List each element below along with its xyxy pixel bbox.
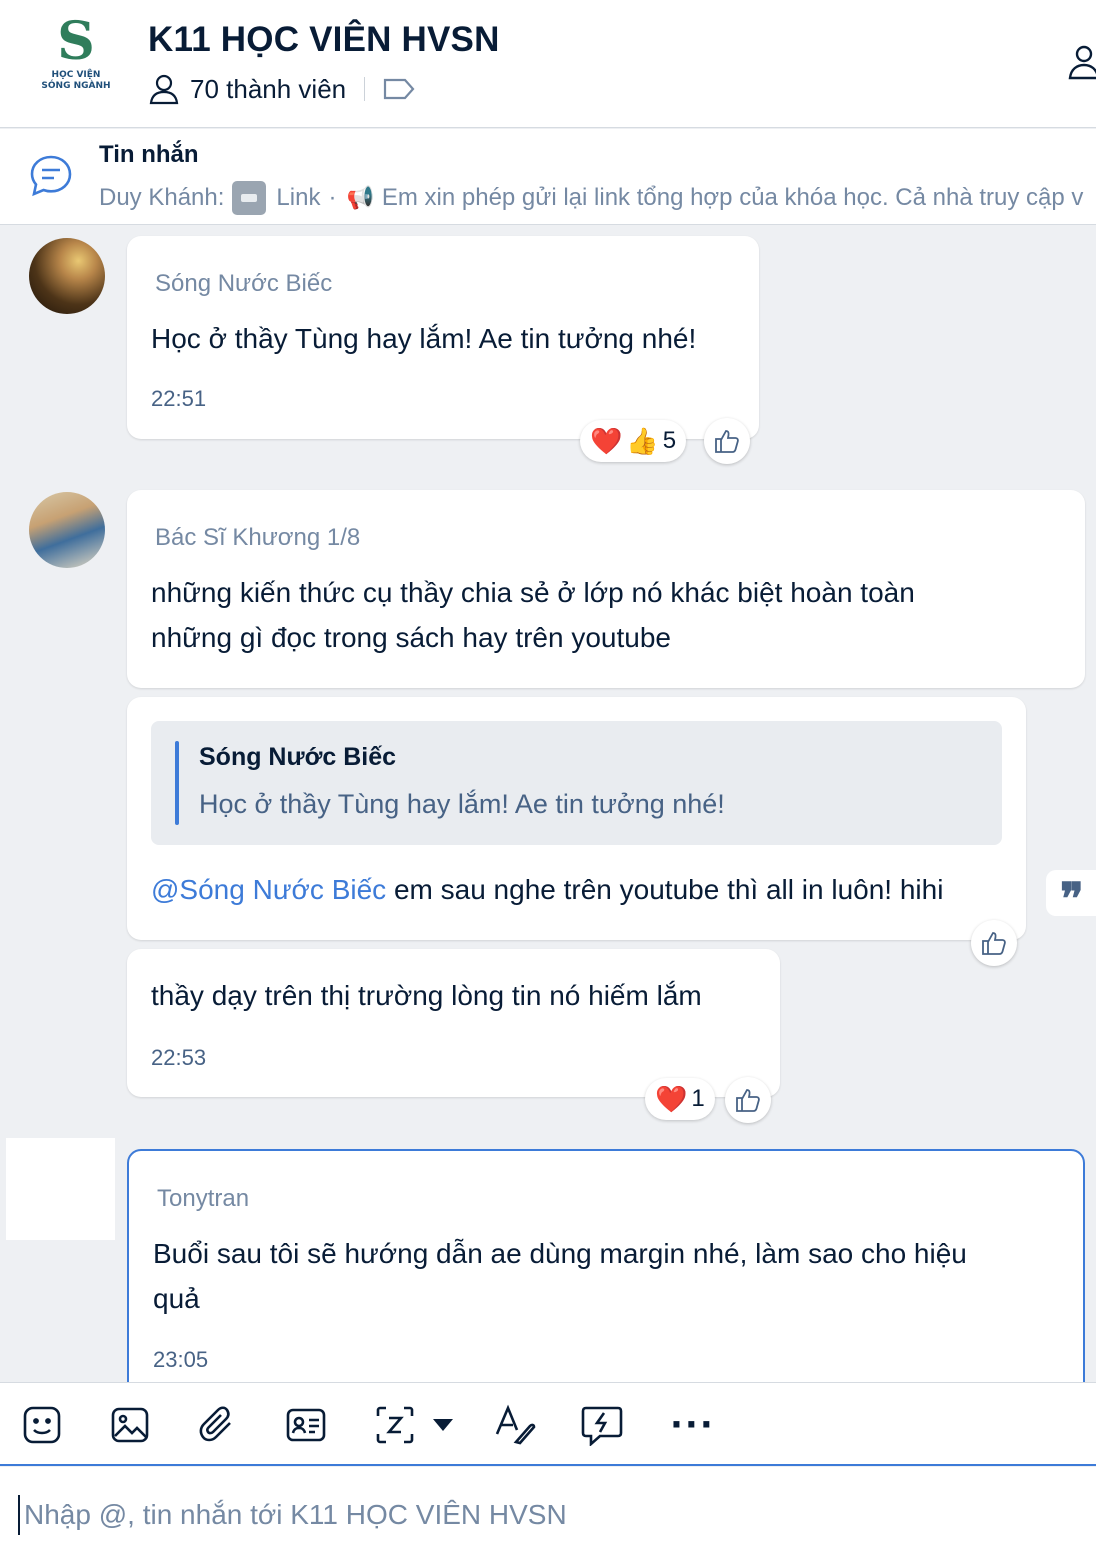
message-icon xyxy=(30,155,72,197)
mention-link[interactable]: @Sóng Nước Biếc xyxy=(151,874,386,905)
message-bubble[interactable]: Sóng Nước Biếc Học ở thầy Tùng hay lắm! … xyxy=(127,236,759,439)
group-logo[interactable]: S HỌC VIỆN SÓNG NGÀNH xyxy=(36,14,116,104)
dropdown-icon xyxy=(433,1419,453,1431)
like-button[interactable] xyxy=(725,1077,771,1123)
quoted-text: Học ở thầy Tùng hay lắm! Ae tin tưởng nh… xyxy=(199,789,725,819)
quote-bar xyxy=(175,741,179,825)
chat-header: S HỌC VIỆN SÓNG NGÀNH K11 HỌC VIÊN HVSN … xyxy=(0,0,1096,128)
like-button[interactable] xyxy=(971,920,1017,966)
member-count: 70 thành viên xyxy=(190,73,347,104)
group-title[interactable]: K11 HỌC VIÊN HVSN xyxy=(148,20,500,60)
avatar[interactable] xyxy=(29,238,105,314)
logo-line1: HỌC VIỆN xyxy=(51,70,101,80)
thumbs-up-emoji-icon: 👍 xyxy=(626,425,659,456)
thumbs-up-icon xyxy=(736,1089,760,1112)
logo-line2: SÓNG NGÀNH xyxy=(41,81,111,91)
attachment-icon xyxy=(199,1406,231,1442)
megaphone-icon: 📢 xyxy=(346,185,374,210)
text-format-icon xyxy=(495,1404,536,1445)
message-bubble[interactable]: Bác Sĩ Khương 1/8 những kiến thức cụ thầ… xyxy=(127,490,1085,688)
message-sender: Sóng Nước Biếc xyxy=(155,270,333,297)
reaction-summary[interactable]: ❤️ 1 xyxy=(645,1078,715,1120)
text-format-button[interactable] xyxy=(494,1403,536,1447)
message-time: 22:51 xyxy=(151,386,207,411)
quick-message-button[interactable] xyxy=(580,1403,624,1447)
image-icon xyxy=(111,1407,149,1443)
pinned-link-label: Link xyxy=(276,184,321,211)
message-text: thầy dạy trên thị trường lòng tin nó hiế… xyxy=(151,980,702,1011)
heart-emoji-icon: ❤️ xyxy=(590,425,623,456)
quoted-sender: Sóng Nước Biếc xyxy=(199,743,397,771)
like-button[interactable] xyxy=(704,418,750,464)
message-time: 23:05 xyxy=(153,1347,209,1372)
reply-text: @Sóng Nước Biếc em sau nghe trên youtube… xyxy=(151,867,943,912)
screenshot-button[interactable] xyxy=(374,1403,416,1447)
add-member-icon[interactable] xyxy=(1068,44,1096,80)
member-info[interactable]: 70 thành viên xyxy=(148,70,425,108)
link-thumbnail-icon xyxy=(232,181,267,215)
pinned-preview-text: Em xin phép gửi lại link tổng hợp của kh… xyxy=(381,184,1084,211)
screenshot-dropdown[interactable] xyxy=(432,1403,454,1447)
message-text-line-2: quả xyxy=(153,1283,200,1314)
user-icon xyxy=(149,74,179,105)
tag-icon[interactable] xyxy=(383,77,415,101)
reaction-summary[interactable]: ❤️ 👍 5 xyxy=(580,420,687,462)
avatar[interactable] xyxy=(29,492,105,568)
thumbs-up-icon xyxy=(715,430,739,453)
message-list[interactable]: Sóng Nước Biếc Học ở thầy Tùng hay lắm! … xyxy=(0,226,1096,1382)
quote-reply-icon[interactable]: ❞ xyxy=(1046,870,1096,925)
message-text-line-1: những kiến thức cụ thầy chia sẻ ở lớp nó… xyxy=(151,577,915,608)
pinned-preview: Duy Khánh: Link · 📢 Em xin phép gửi lại … xyxy=(99,181,1083,215)
compose-toolbar: ··· xyxy=(0,1382,1096,1466)
logo-mark: S xyxy=(57,11,95,72)
screenshot-icon xyxy=(376,1406,414,1444)
pinned-message-bar[interactable]: Tin nhắn Duy Khánh: Link · 📢 Em xin phép… xyxy=(0,129,1096,225)
image-button[interactable] xyxy=(110,1403,150,1447)
reply-body: em sau nghe trên youtube thì all in luôn… xyxy=(386,874,944,905)
message-sender: Bác Sĩ Khương 1/8 xyxy=(155,524,361,551)
pinned-sender: Duy Khánh: xyxy=(99,184,225,211)
attachment-button[interactable] xyxy=(197,1403,237,1447)
message-text: Học ở thầy Tùng hay lắm! Ae tin tưởng nh… xyxy=(151,323,697,354)
message-bubble[interactable]: thầy dạy trên thị trường lòng tin nó hiế… xyxy=(127,949,780,1097)
contact-card-icon xyxy=(286,1408,326,1442)
message-bubble-selected[interactable]: Tonytran Buổi sau tôi sẽ hướng dẫn ae dù… xyxy=(127,1149,1085,1382)
quick-message-icon xyxy=(581,1406,623,1446)
heart-emoji-icon: ❤️ xyxy=(655,1083,688,1114)
compose-area xyxy=(0,1467,1096,1553)
reaction-count: 5 xyxy=(662,427,677,454)
quoted-message[interactable]: Sóng Nước Biếc Học ở thầy Tùng hay lắm! … xyxy=(151,721,1002,845)
pinned-separator: · xyxy=(328,184,337,211)
message-text-line-1: Buổi sau tôi sẽ hướng dẫn ae dùng margin… xyxy=(153,1238,967,1269)
contact-card-button[interactable] xyxy=(285,1403,327,1447)
message-text-line-2: những gì đọc trong sách hay trên youtube xyxy=(151,622,671,653)
avatar[interactable] xyxy=(6,1138,115,1240)
sticker-icon xyxy=(23,1406,61,1444)
message-time: 22:53 xyxy=(151,1045,207,1070)
thumbs-up-icon xyxy=(982,932,1006,955)
reply-message-bubble[interactable]: Sóng Nước Biếc Học ở thầy Tùng hay lắm! … xyxy=(127,697,1026,940)
reaction-count: 1 xyxy=(691,1085,705,1112)
pinned-title: Tin nhắn xyxy=(99,141,199,168)
more-icon[interactable]: ··· xyxy=(670,1403,715,1447)
message-sender: Tonytran xyxy=(157,1185,250,1212)
header-divider xyxy=(364,77,366,101)
sticker-button[interactable] xyxy=(22,1403,62,1447)
message-input[interactable] xyxy=(18,1495,1078,1535)
